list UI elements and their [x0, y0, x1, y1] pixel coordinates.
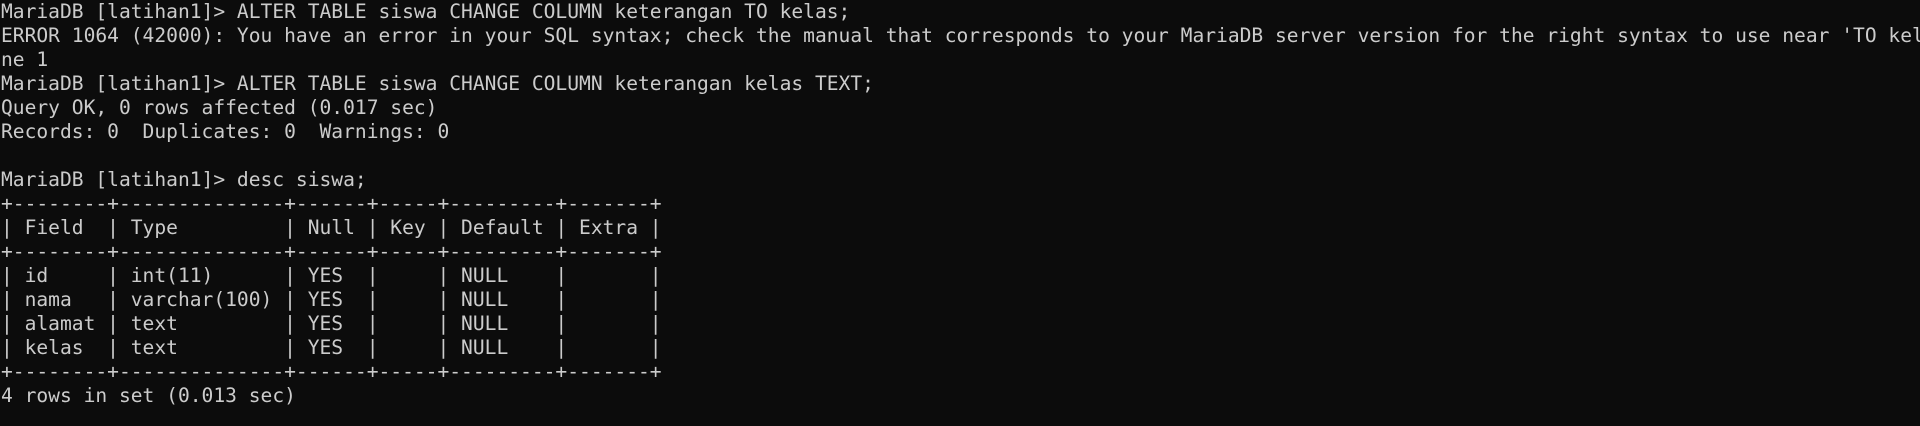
prompt-command-line: MariaDB [latihan1]> ALTER TABLE siswa CH…	[1, 72, 874, 95]
terminal-window[interactable]: MariaDB [latihan1]> ALTER TABLE siswa CH…	[0, 0, 1920, 426]
table-row: | nama | varchar(100) | YES | | NULL | |	[1, 288, 662, 311]
prompt-command-line: MariaDB [latihan1]> desc siswa;	[1, 168, 367, 191]
error-message-line: ERROR 1064 (42000): You have an error in…	[1, 24, 1920, 47]
rows-in-set-line: 4 rows in set (0.013 sec)	[1, 384, 296, 407]
table-border-line: +--------+--------------+------+-----+--…	[1, 360, 662, 383]
query-result-line: Query OK, 0 rows affected (0.017 sec)	[1, 96, 438, 119]
error-message-line-wrap: ne 1	[1, 48, 49, 71]
table-row: | alamat | text | YES | | NULL | |	[1, 312, 662, 335]
table-border-line: +--------+--------------+------+-----+--…	[1, 240, 662, 263]
table-border-line: +--------+--------------+------+-----+--…	[1, 192, 662, 215]
table-row: | id | int(11) | YES | | NULL | |	[1, 264, 662, 287]
prompt-command-line: MariaDB [latihan1]> ALTER TABLE siswa CH…	[1, 0, 851, 23]
table-row: | kelas | text | YES | | NULL | |	[1, 336, 662, 359]
query-records-line: Records: 0 Duplicates: 0 Warnings: 0	[1, 120, 450, 143]
table-header-row: | Field | Type | Null | Key | Default | …	[1, 216, 662, 239]
